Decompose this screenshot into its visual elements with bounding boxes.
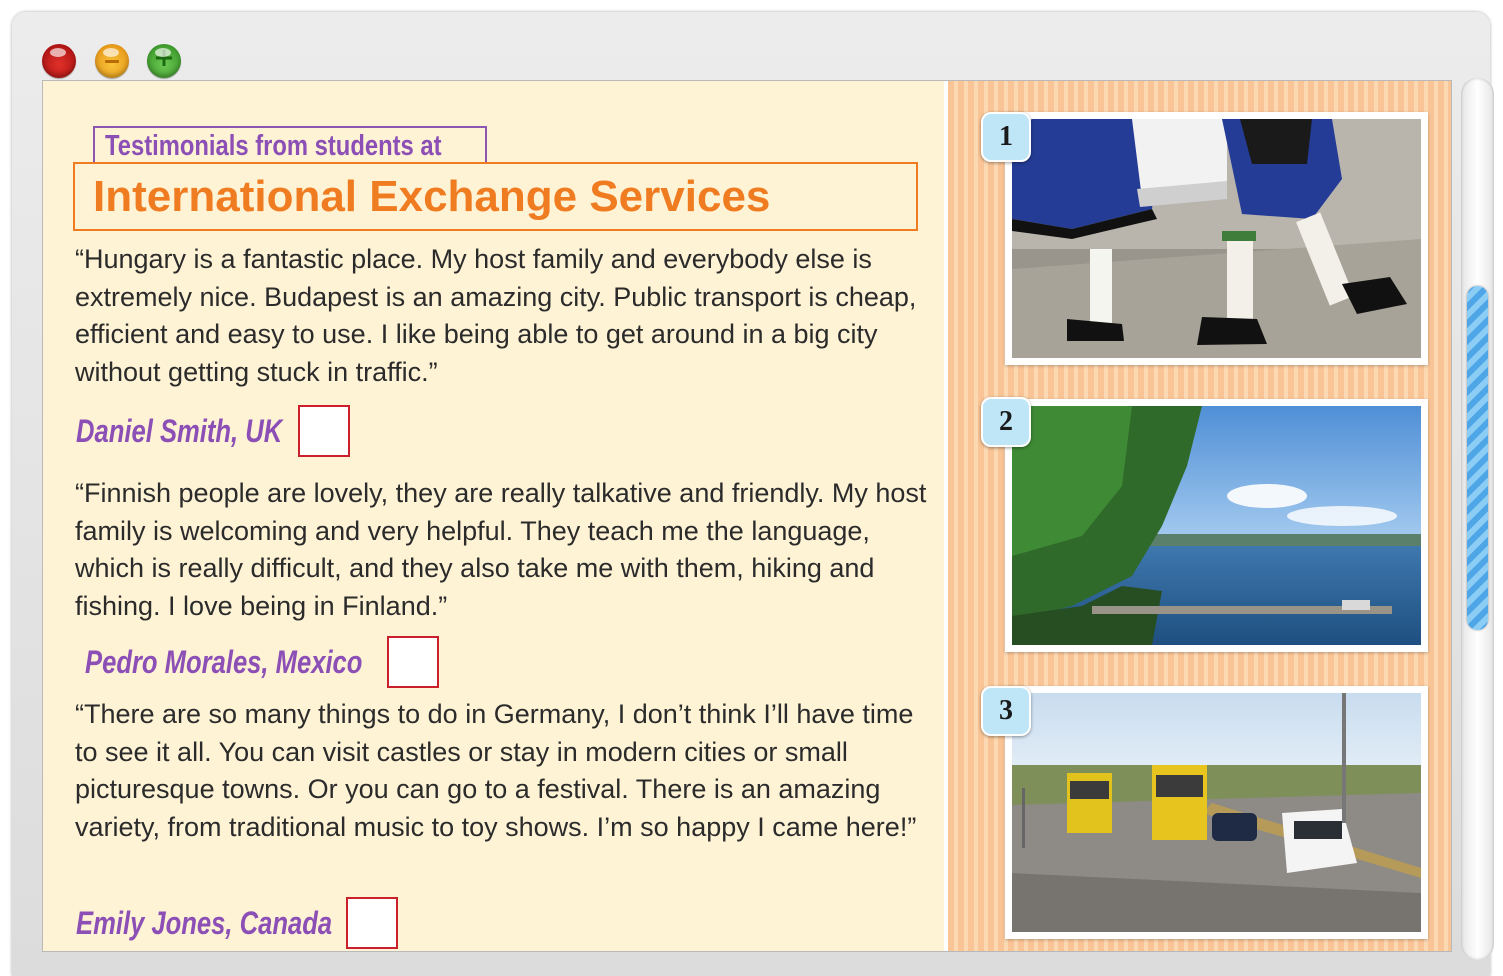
answer-box-2[interactable] bbox=[387, 636, 439, 688]
testimonial-author-1: Daniel Smith, UK bbox=[76, 413, 283, 449]
photo-frame-2 bbox=[1005, 399, 1428, 652]
answer-box-3[interactable] bbox=[346, 897, 398, 949]
testimonial-quote-1: “Hungary is a fantastic place. My host f… bbox=[75, 244, 917, 387]
testimonial-author-2: Pedro Morales, Mexico bbox=[85, 644, 363, 680]
testimonial-author-row-3: Emily Jones, Canada bbox=[76, 897, 406, 949]
page-title: International Exchange Services bbox=[93, 172, 771, 221]
answer-box-1[interactable] bbox=[298, 405, 350, 457]
testimonial-quote-2: “Finnish people are lovely, they are rea… bbox=[75, 478, 927, 621]
testimonial-author-3: Emily Jones, Canada bbox=[76, 905, 333, 941]
maximize-window-icon[interactable] bbox=[147, 43, 181, 78]
minimize-window-icon[interactable] bbox=[95, 44, 129, 78]
page-subtitle: Testimonials from students at bbox=[105, 130, 442, 162]
photo-number-badge-1: 1 bbox=[981, 112, 1031, 162]
photo-frame-1 bbox=[1005, 112, 1428, 365]
testimonial-author-row-2: Pedro Morales, Mexico bbox=[85, 636, 445, 688]
testimonial-quote-3: “There are so many things to do in Germa… bbox=[75, 699, 917, 842]
photo-number-badge-3: 3 bbox=[981, 686, 1031, 736]
title-box: International Exchange Services bbox=[73, 162, 918, 231]
tram-street-photo bbox=[1012, 693, 1421, 932]
content-area: Testimonials from students at Internatio… bbox=[42, 80, 1452, 952]
close-window-icon[interactable] bbox=[42, 44, 76, 78]
vertical-scrollbar[interactable] bbox=[1461, 78, 1494, 960]
testimonial-author-row-1: Daniel Smith, UK bbox=[76, 405, 356, 457]
photos-pane: 1 2 3 bbox=[944, 81, 1451, 951]
lake-forest-photo bbox=[1012, 406, 1421, 645]
browser-window: Testimonials from students at Internatio… bbox=[12, 12, 1494, 976]
testimonials-pane: Testimonials from students at Internatio… bbox=[43, 81, 944, 951]
photo-frame-3 bbox=[1005, 686, 1428, 939]
scrollbar-thumb[interactable] bbox=[1467, 286, 1488, 630]
subtitle-box: Testimonials from students at bbox=[93, 126, 487, 163]
photo-number-badge-2: 2 bbox=[981, 397, 1031, 447]
folk-dancers-photo bbox=[1012, 119, 1421, 358]
